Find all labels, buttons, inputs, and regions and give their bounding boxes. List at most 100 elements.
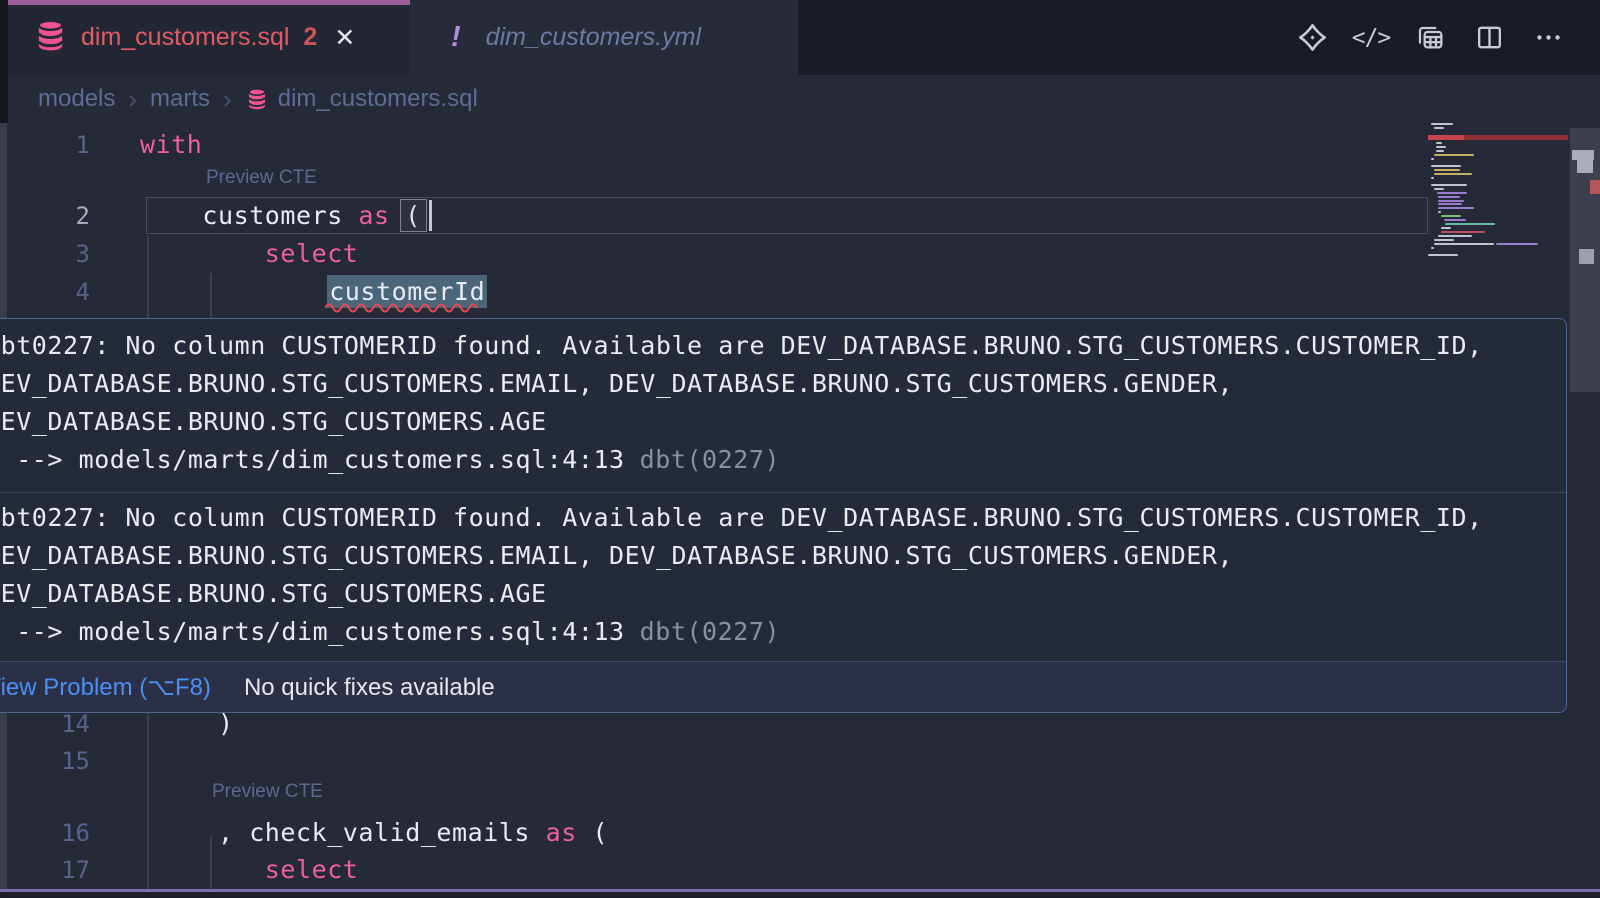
tab-filename: dim_customers.sql [81,23,289,52]
indent-guide [210,273,212,318]
line-number: 17 [30,851,90,888]
minimap-line [1434,188,1444,190]
minimap-line [1496,243,1538,245]
code-line-2[interactable]: customers as ( [202,197,420,234]
minimap-line [1431,158,1434,160]
bracket-match-highlight [400,199,427,232]
error-text: DEV_DATABASE.BRUNO.STG_CUSTOMERS.EMAIL, … [0,537,1566,575]
code-line-3[interactable]: select [265,235,359,272]
tab-dim-customers-sql[interactable]: dim_customers.sql 2 ✕ [8,0,410,75]
minimap-line [1431,123,1453,125]
panel-edge [0,892,1600,898]
code-token: , check_valid_emails [218,818,546,847]
code-token: as [546,818,593,847]
editor-action-icons: </> [1296,0,1600,75]
error-text: DEV_DATABASE.BRUNO.STG_CUSTOMERS.EMAIL, … [0,365,1566,403]
error-location: --> models/marts/dim_customers.sql:4:13 [0,617,625,646]
line-number: 4 [30,273,90,310]
minimap-line [1434,169,1460,171]
split-editor-icon[interactable] [1473,22,1505,54]
minimap-line [1434,243,1494,245]
overview-ruler-error-marker [1590,180,1600,194]
code-line-1[interactable]: with [140,126,202,163]
active-tab-indicator [8,0,410,5]
minimap-line [1428,254,1458,256]
breadcrumb-item-marts[interactable]: marts [150,85,210,113]
dbt-icon[interactable] [1296,22,1328,54]
code-line-17[interactable]: select [265,851,359,888]
minimap-line [1436,150,1444,152]
view-problem-link[interactable]: View Problem (⌥F8) [0,673,211,702]
error-location-line: --> models/marts/dim_customers.sql:4:13 d… [0,441,1566,479]
codelens-preview-cte[interactable]: Preview CTE [212,781,323,803]
code-token: with [140,130,202,159]
minimap-line [1441,227,1451,229]
minimap-line [1434,239,1454,241]
error-code: dbt(0227) [640,617,780,646]
breadcrumb-item-file[interactable]: dim_customers.sql [245,85,478,113]
chevron-right-icon: › [128,84,137,115]
codelens-preview-cte[interactable]: Preview CTE [206,167,317,189]
tab-problem-badge: 2 [303,23,317,52]
minimap-line [1434,173,1472,175]
error-text: dbt0227: No column CUSTOMERID found. Ava… [0,327,1566,365]
minimap-line [1431,165,1461,167]
minimap-line [1441,215,1461,217]
error-location-line: --> models/marts/dim_customers.sql:4:13 d… [0,613,1566,651]
error-text: dbt0227: No column CUSTOMERID found. Ava… [0,499,1566,537]
overview-ruler-marker [1572,150,1594,160]
code-token: select [265,239,359,268]
indent-guide [147,236,149,318]
minimap-line [1436,146,1446,148]
minimap-line [1441,231,1485,233]
error-message-2: dbt0227: No column CUSTOMERID found. Ava… [0,493,1566,661]
text-cursor [429,200,432,231]
minimap-line [1444,219,1466,221]
minimap-line [1438,203,1462,205]
code-line-16[interactable]: , check_valid_emails as ( [218,814,608,851]
minimap-line [1438,211,1441,213]
database-icon [245,87,269,111]
close-icon[interactable]: ✕ [334,23,355,53]
overview-ruler-marker [1577,160,1593,173]
code-token: select [265,855,359,884]
minimap-line [1434,154,1474,156]
inline-code-icon[interactable]: </> [1355,22,1387,54]
minimap-line [1438,196,1460,198]
query-results-icon[interactable] [1414,22,1446,54]
exclamation-icon: ! [451,21,461,54]
error-text: DEV_DATABASE.BRUNO.STG_CUSTOMERS.AGE [0,403,1566,441]
minimap-line [1431,184,1467,186]
minimap-line [1434,127,1444,129]
line-number: 2 [30,197,90,234]
tab-filename-preview: dim_customers.yml [486,23,701,52]
minimap-line [1438,200,1464,202]
line-number: 1 [30,126,90,163]
tab-dim-customers-yml[interactable]: ! dim_customers.yml [410,0,798,75]
code-token: as [358,201,405,230]
error-hover-popup: dbt0227: No column CUSTOMERID found. Ava… [0,318,1567,713]
quickfix-status-bar: View Problem (⌥F8) No quick fixes availa… [0,662,1566,713]
indent-guide [210,836,212,889]
minimap-line [1431,177,1434,179]
error-location: --> models/marts/dim_customers.sql:4:13 [0,445,625,474]
code-token: ( [592,818,608,847]
code-token: ) [218,709,234,738]
overview-ruler-marker [1579,249,1594,264]
window-edge [0,0,8,123]
minimap-line [1436,142,1442,144]
line-number: 3 [30,235,90,272]
vscode-editor-window: { "colors": { "accent_pink": "#f0538e", … [0,0,1600,898]
error-code: dbt(0227) [640,445,780,474]
code-token: customers [202,201,358,230]
error-text: DEV_DATABASE.BRUNO.STG_CUSTOMERS.AGE [0,575,1566,613]
database-icon [33,18,68,58]
breadcrumb: models › marts › dim_customers.sql [0,75,1600,123]
line-number: 15 [30,742,90,779]
indent-guide [147,713,149,889]
breadcrumb-item-models[interactable]: models [38,85,115,113]
minimap-error-line-hot [1428,135,1464,140]
editor-tab-bar: dim_customers.sql 2 ✕ ! dim_customers.ym… [0,0,1600,75]
more-actions-icon[interactable] [1532,22,1564,54]
minimap-line [1438,235,1472,237]
